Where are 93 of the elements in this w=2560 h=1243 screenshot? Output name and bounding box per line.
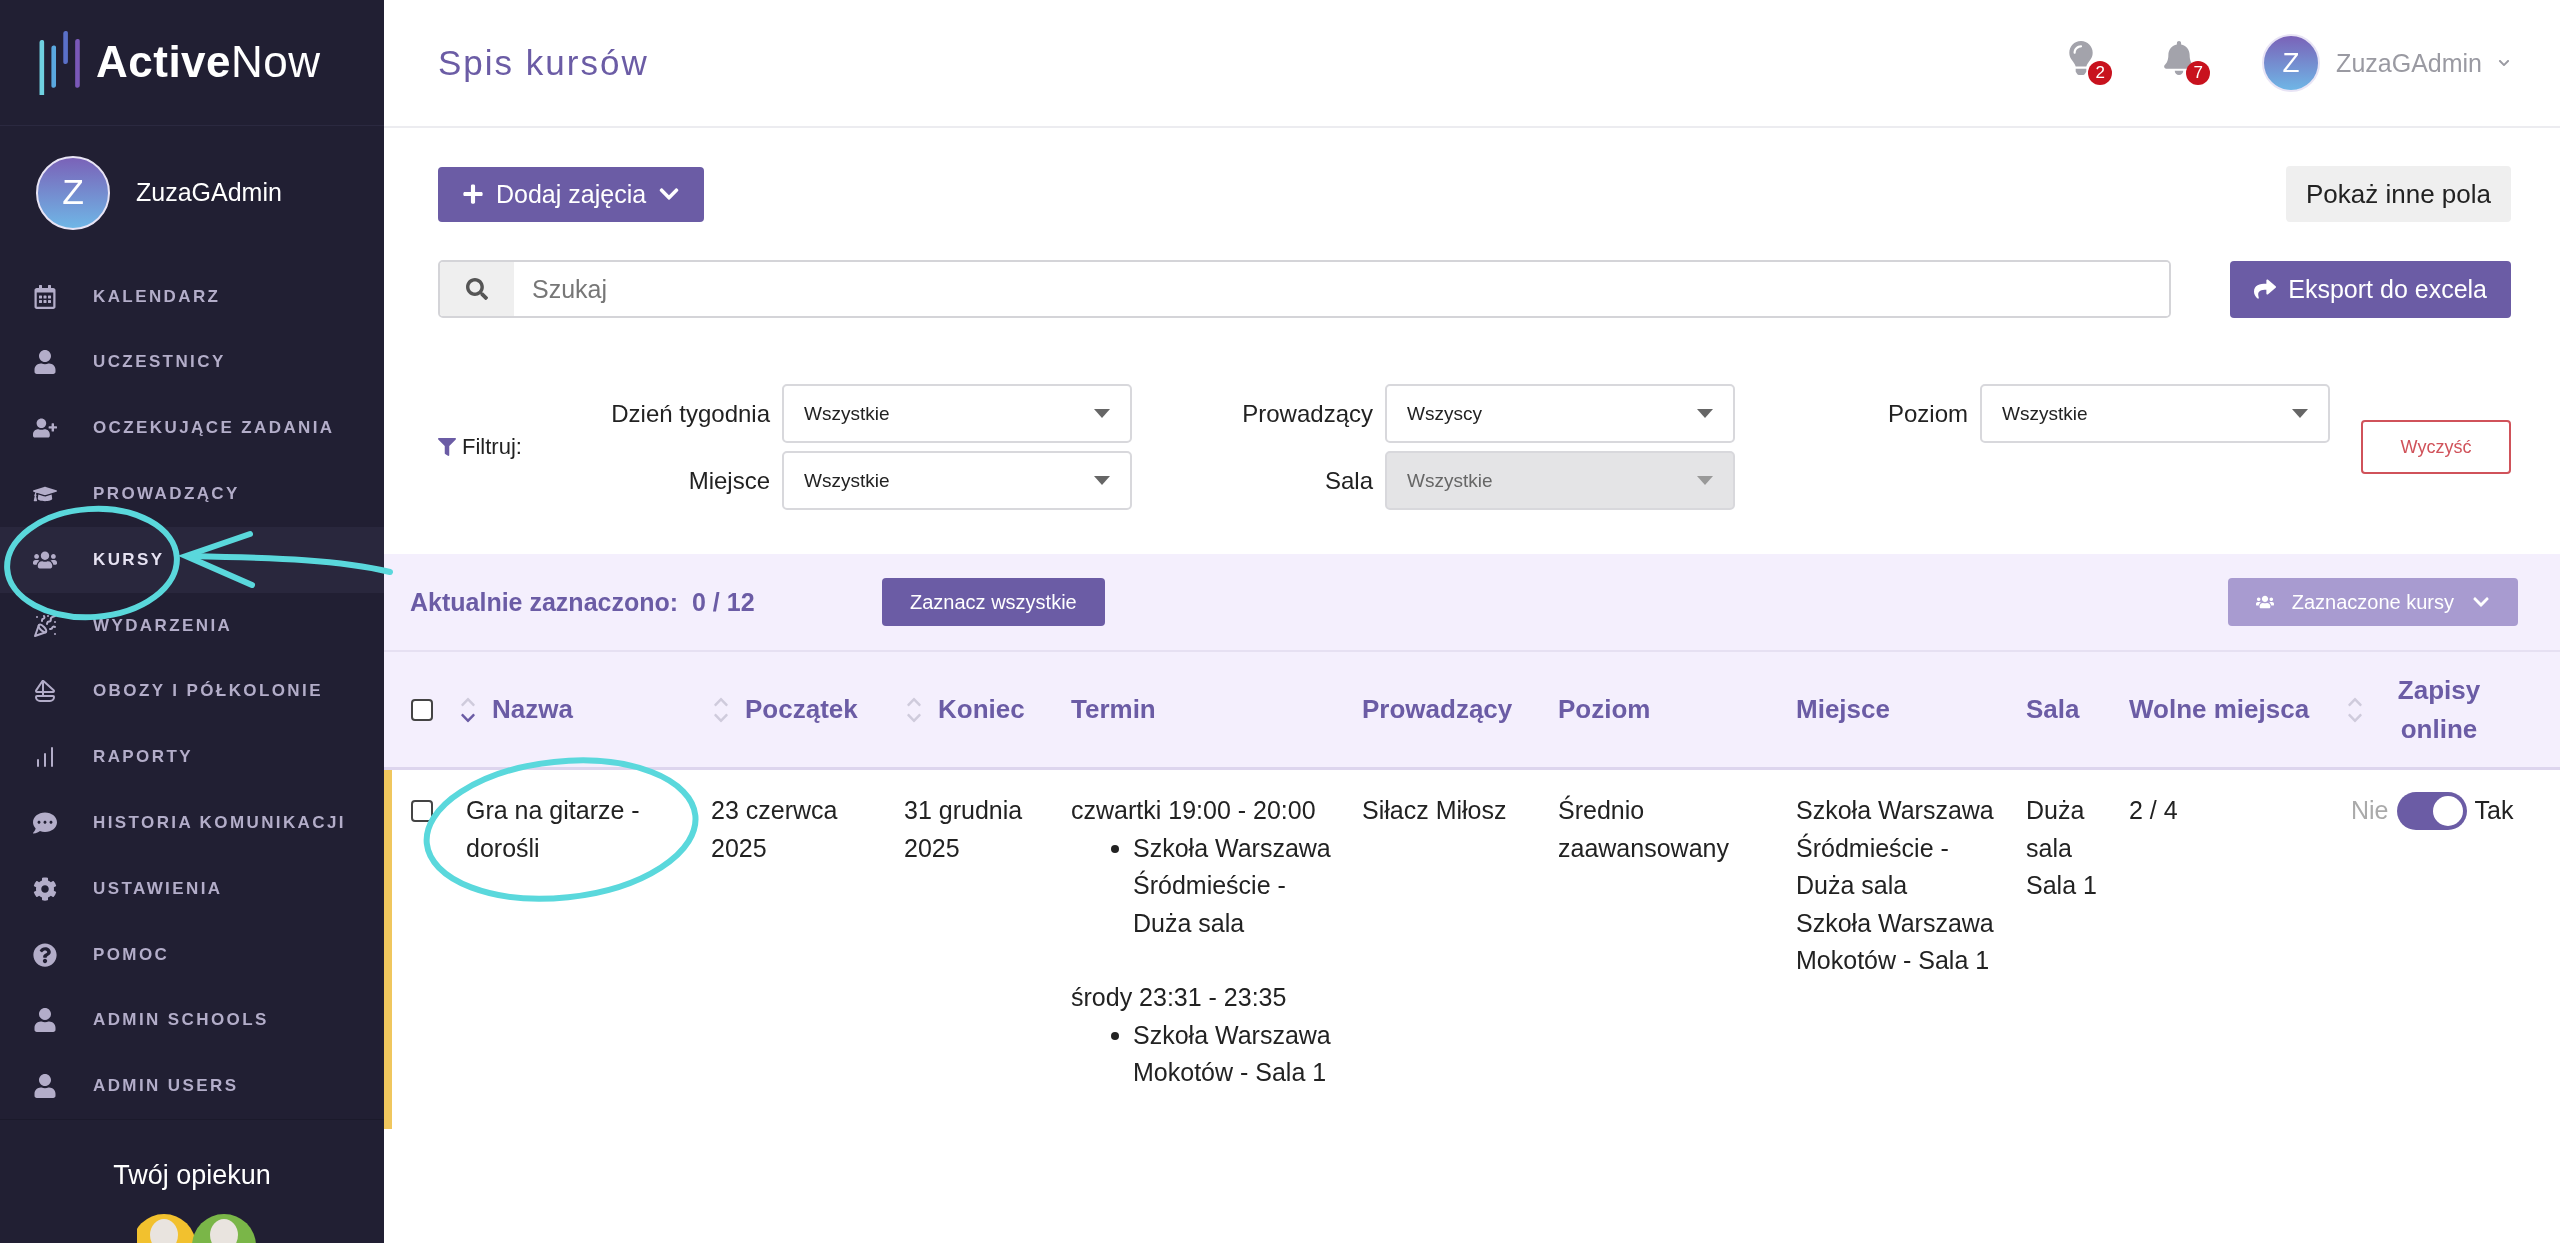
person-plus-icon bbox=[33, 416, 57, 441]
select-field[interactable]: Wszyscy bbox=[1385, 384, 1735, 443]
filter-label: Filtruj: bbox=[438, 434, 568, 460]
table-cell-text: Szkoła Warszawa Śródmieście - Duża sala bbox=[1133, 832, 1332, 939]
search-icon bbox=[466, 278, 488, 300]
party-popper-icon bbox=[33, 613, 57, 638]
checkbox[interactable] bbox=[411, 800, 433, 822]
column-header: Zapisy online bbox=[2396, 673, 2482, 746]
field-label: Dzień tygodnia bbox=[610, 399, 770, 428]
person-icon bbox=[33, 350, 57, 375]
filter-icon bbox=[438, 438, 456, 456]
logo-text: ActiveNow bbox=[96, 37, 321, 88]
chevron-icon bbox=[2498, 57, 2510, 69]
fields-button[interactable]: Pokaż inne pola bbox=[2285, 166, 2511, 222]
table-cell-text: Duża sala bbox=[2025, 795, 2086, 864]
nav-item[interactable]: OBOZY I PÓŁKOLONIE bbox=[0, 658, 384, 725]
plus-icon bbox=[462, 183, 484, 205]
table-cell-text: 23 czerwca 2025 bbox=[710, 795, 839, 864]
chat-bubble-icon bbox=[33, 810, 57, 835]
table-cell-text: Gra na gitarze - dorośli bbox=[466, 795, 641, 864]
nav-item[interactable]: PROWADZĄCY bbox=[0, 461, 384, 527]
settings-icon bbox=[33, 876, 57, 901]
table-cell-text: Szkoła Warszawa Śródmieście - Duża sala bbox=[1795, 795, 1995, 901]
nav-item[interactable]: RAPORTY bbox=[0, 724, 384, 791]
table-cell-text: Siłacz Miłosz bbox=[1361, 795, 1508, 826]
select-field[interactable]: Wszystkie bbox=[782, 384, 1132, 443]
caret-icon bbox=[1094, 409, 1110, 418]
footer-title: Twój opiekun bbox=[113, 1160, 271, 1192]
count-badge: 7 bbox=[2186, 61, 2211, 85]
lightbulb-button[interactable]: 2 bbox=[2066, 41, 2113, 85]
people-icon bbox=[2255, 593, 2274, 611]
column-header: Termin bbox=[1071, 693, 1156, 726]
search-field[interactable]: Szukaj bbox=[438, 260, 2171, 318]
bullet-icon bbox=[1111, 1031, 1119, 1040]
select-field[interactable]: Wszystkie bbox=[1980, 384, 2330, 443]
column-header: Prowadzący bbox=[1362, 693, 1513, 726]
caret-icon bbox=[2292, 409, 2308, 418]
clear-button[interactable]: Wyczyść bbox=[2361, 420, 2511, 474]
user-avatar: Z bbox=[2262, 34, 2321, 92]
toggle-label: Nie bbox=[2351, 795, 2389, 827]
nav-item[interactable]: ADMIN USERS bbox=[0, 1053, 384, 1120]
selection-count: Aktualnie zaznaczono: 0 / 12 bbox=[410, 587, 756, 617]
table-cell-text: środy 23:31 - 23:35 bbox=[1070, 982, 1288, 1013]
field-label: Prowadzący bbox=[1241, 399, 1373, 428]
nav-item[interactable]: WYDARZENIA bbox=[0, 592, 384, 659]
caret-icon bbox=[1697, 409, 1713, 418]
field-label: Sala bbox=[1323, 466, 1373, 495]
avatar-icon bbox=[191, 1213, 257, 1243]
sailboat-icon bbox=[33, 679, 57, 704]
table-cell-text: czwartki 19:00 - 20:00 bbox=[1070, 795, 1317, 826]
column-header: Nazwa bbox=[492, 693, 573, 726]
table-cell-text: 31 grudnia 2025 bbox=[903, 795, 1024, 864]
person-icon bbox=[33, 1074, 57, 1099]
column-header: Koniec bbox=[938, 693, 1025, 726]
table-cell-text: Sala 1 bbox=[2025, 870, 2098, 901]
nav-item[interactable]: ADMIN SCHOOLS bbox=[0, 987, 384, 1054]
help-icon bbox=[33, 942, 57, 967]
nav-item[interactable]: KALENDARZ bbox=[0, 263, 384, 330]
checkbox[interactable] bbox=[411, 698, 433, 721]
table-cell-text: Średnio zaawansowany bbox=[1557, 794, 1730, 864]
export-button[interactable]: Eksport do excela bbox=[2230, 260, 2511, 318]
table-cell-text: 2 / 4 bbox=[2128, 795, 2179, 826]
bell-button[interactable]: 7 bbox=[2164, 41, 2211, 85]
share-arrow-icon bbox=[2254, 278, 2277, 300]
column-header: Wolne miejsca bbox=[2129, 693, 2310, 726]
column-header: Miejsce bbox=[1796, 693, 1890, 726]
nav-item[interactable]: OCZEKUJĄCE ZADANIA bbox=[0, 395, 384, 462]
select-field[interactable]: Wszystkie bbox=[782, 451, 1132, 510]
select-all-button[interactable]: Zaznacz wszystkie bbox=[882, 578, 1105, 626]
add-button[interactable]: Dodaj zajęcia bbox=[438, 166, 705, 222]
calendar-icon bbox=[33, 284, 57, 309]
field-label: Miejsce bbox=[687, 466, 770, 495]
field-label: Poziom bbox=[1886, 399, 1968, 428]
nav-item[interactable]: USTAWIENIA bbox=[0, 855, 384, 922]
user-name: ZuzaGAdmin bbox=[136, 178, 282, 208]
nav-item[interactable]: POMOC bbox=[0, 921, 384, 988]
caret-icon bbox=[1697, 476, 1713, 485]
user-avatar: Z bbox=[36, 155, 110, 230]
toggle-label: Tak bbox=[2474, 795, 2514, 827]
bullet-icon bbox=[1111, 844, 1119, 853]
person-icon bbox=[33, 1008, 57, 1033]
nav-item[interactable]: UCZESTNICY bbox=[0, 329, 384, 396]
column-header: Początek bbox=[745, 693, 858, 726]
column-header: Poziom bbox=[1558, 693, 1651, 726]
page-title: Spis kursów bbox=[438, 43, 650, 83]
nav-item[interactable]: HISTORIA KOMUNIKACJI bbox=[0, 790, 384, 856]
toggle-switch[interactable] bbox=[2396, 792, 2467, 830]
avatar-icon bbox=[137, 1213, 197, 1243]
count-badge: 2 bbox=[2088, 61, 2113, 85]
caret-icon bbox=[1094, 476, 1110, 485]
column-header: Sala bbox=[2026, 693, 2080, 726]
table-cell-text: Szkoła Warszawa Mokotów - Sala 1 bbox=[1795, 907, 1995, 976]
table-cell-text: Szkoła Warszawa Mokotów - Sala 1 bbox=[1133, 1019, 1332, 1088]
